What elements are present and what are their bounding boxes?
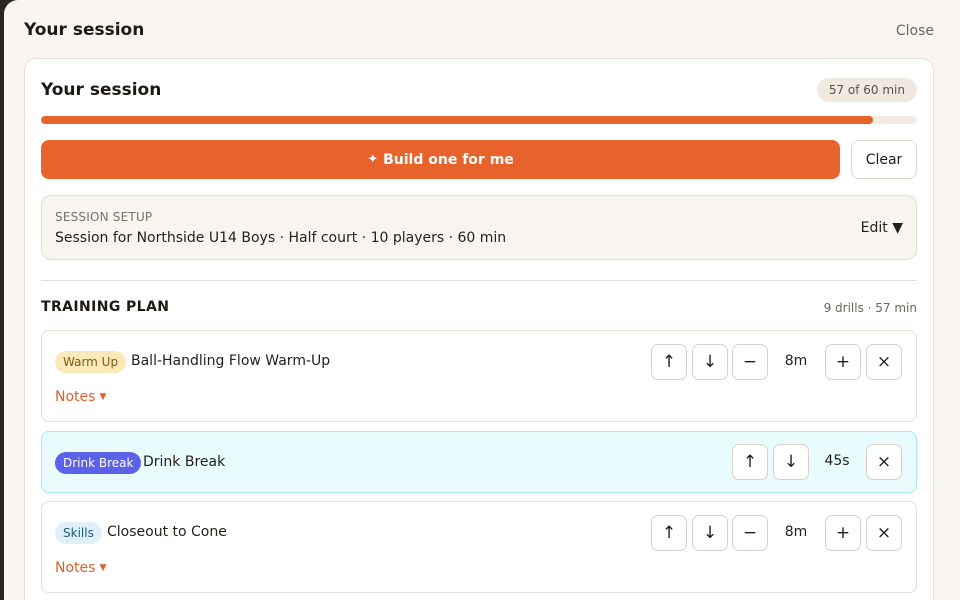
move-up-button[interactable]: ↑ xyxy=(651,515,687,551)
time-badge: 57 of 60 min xyxy=(816,78,917,102)
drill-name: Ball-Handling Flow Warm-Up xyxy=(131,353,331,369)
panel-title: Your session xyxy=(24,20,145,40)
plus-icon: + xyxy=(835,352,851,372)
divider xyxy=(41,280,917,281)
notes-toggle[interactable]: Notes ▼ xyxy=(55,389,106,405)
arrow-up-icon: ↑ xyxy=(661,523,677,543)
setup-summary: Session for Northside U14 Boys · Half co… xyxy=(55,230,507,246)
arrow-up-icon: ↑ xyxy=(661,352,677,372)
drill-tag: Warm Up xyxy=(55,351,127,373)
setup-label: SESSION SETUP xyxy=(55,210,153,224)
close-button[interactable]: Close xyxy=(896,23,934,39)
session-panel: Your session Close Your session 57 of 60… xyxy=(4,0,960,600)
drill-item: Warm Up Ball-Handling Flow Warm-Up ↑ ↓ −… xyxy=(41,330,917,422)
move-down-button[interactable]: ↓ xyxy=(692,344,728,380)
move-up-button[interactable]: ↑ xyxy=(732,444,768,480)
close-icon: × xyxy=(876,352,892,372)
time-progress-bar xyxy=(41,116,917,124)
panel-header: Your session Close xyxy=(24,18,934,48)
decrease-duration-button[interactable]: − xyxy=(732,515,768,551)
drill-name: Drink Break xyxy=(143,454,226,470)
plus-icon: + xyxy=(835,523,851,543)
close-icon: × xyxy=(876,523,892,543)
drill-duration: 45s xyxy=(824,453,850,469)
training-plan-meta: 9 drills · 57 min xyxy=(823,301,917,315)
drill-duration: 8m xyxy=(784,524,808,540)
notes-label: Notes xyxy=(55,560,96,576)
remove-drill-button[interactable]: × xyxy=(866,344,902,380)
time-progress-fill xyxy=(41,116,874,124)
close-icon: × xyxy=(876,452,892,472)
increase-duration-button[interactable]: + xyxy=(825,515,861,551)
build-session-label: Build one for me xyxy=(383,151,514,168)
session-card: Your session 57 of 60 min ✦ Build one fo… xyxy=(24,58,934,600)
training-plan-title: TRAINING PLAN xyxy=(41,299,170,315)
arrow-down-icon: ↓ xyxy=(702,523,718,543)
session-title: Your session xyxy=(41,80,162,100)
drill-tag: Drink Break xyxy=(55,452,142,474)
remove-drill-button[interactable]: × xyxy=(866,444,902,480)
sparkle-icon: ✦ xyxy=(367,152,379,167)
remove-drill-button[interactable]: × xyxy=(866,515,902,551)
caret-down-icon: ▼ xyxy=(99,563,107,573)
drill-duration: 8m xyxy=(784,353,808,369)
decrease-duration-button[interactable]: − xyxy=(732,344,768,380)
drill-item: Skills Closeout to Cone ↑ ↓ − 8m + × Not… xyxy=(41,501,917,593)
move-down-button[interactable]: ↓ xyxy=(773,444,809,480)
increase-duration-button[interactable]: + xyxy=(825,344,861,380)
caret-down-icon: ▼ xyxy=(99,392,107,402)
clear-button[interactable]: Clear xyxy=(851,140,917,179)
build-session-button[interactable]: ✦ Build one for me xyxy=(41,140,840,179)
minus-icon: − xyxy=(742,523,758,543)
drill-item-break: Drink Break Drink Break ↑ ↓ 45s × xyxy=(41,431,917,493)
notes-toggle[interactable]: Notes ▼ xyxy=(55,560,106,576)
edit-setup-button[interactable]: Edit ▼ xyxy=(861,220,903,236)
move-down-button[interactable]: ↓ xyxy=(692,515,728,551)
move-up-button[interactable]: ↑ xyxy=(651,344,687,380)
session-setup: SESSION SETUP Session for Northside U14 … xyxy=(41,195,917,260)
arrow-up-icon: ↑ xyxy=(742,452,758,472)
arrow-down-icon: ↓ xyxy=(702,352,718,372)
arrow-down-icon: ↓ xyxy=(783,452,799,472)
minus-icon: − xyxy=(742,352,758,372)
drill-tag: Skills xyxy=(55,522,102,544)
drill-name: Closeout to Cone xyxy=(107,524,227,540)
notes-label: Notes xyxy=(55,389,96,405)
